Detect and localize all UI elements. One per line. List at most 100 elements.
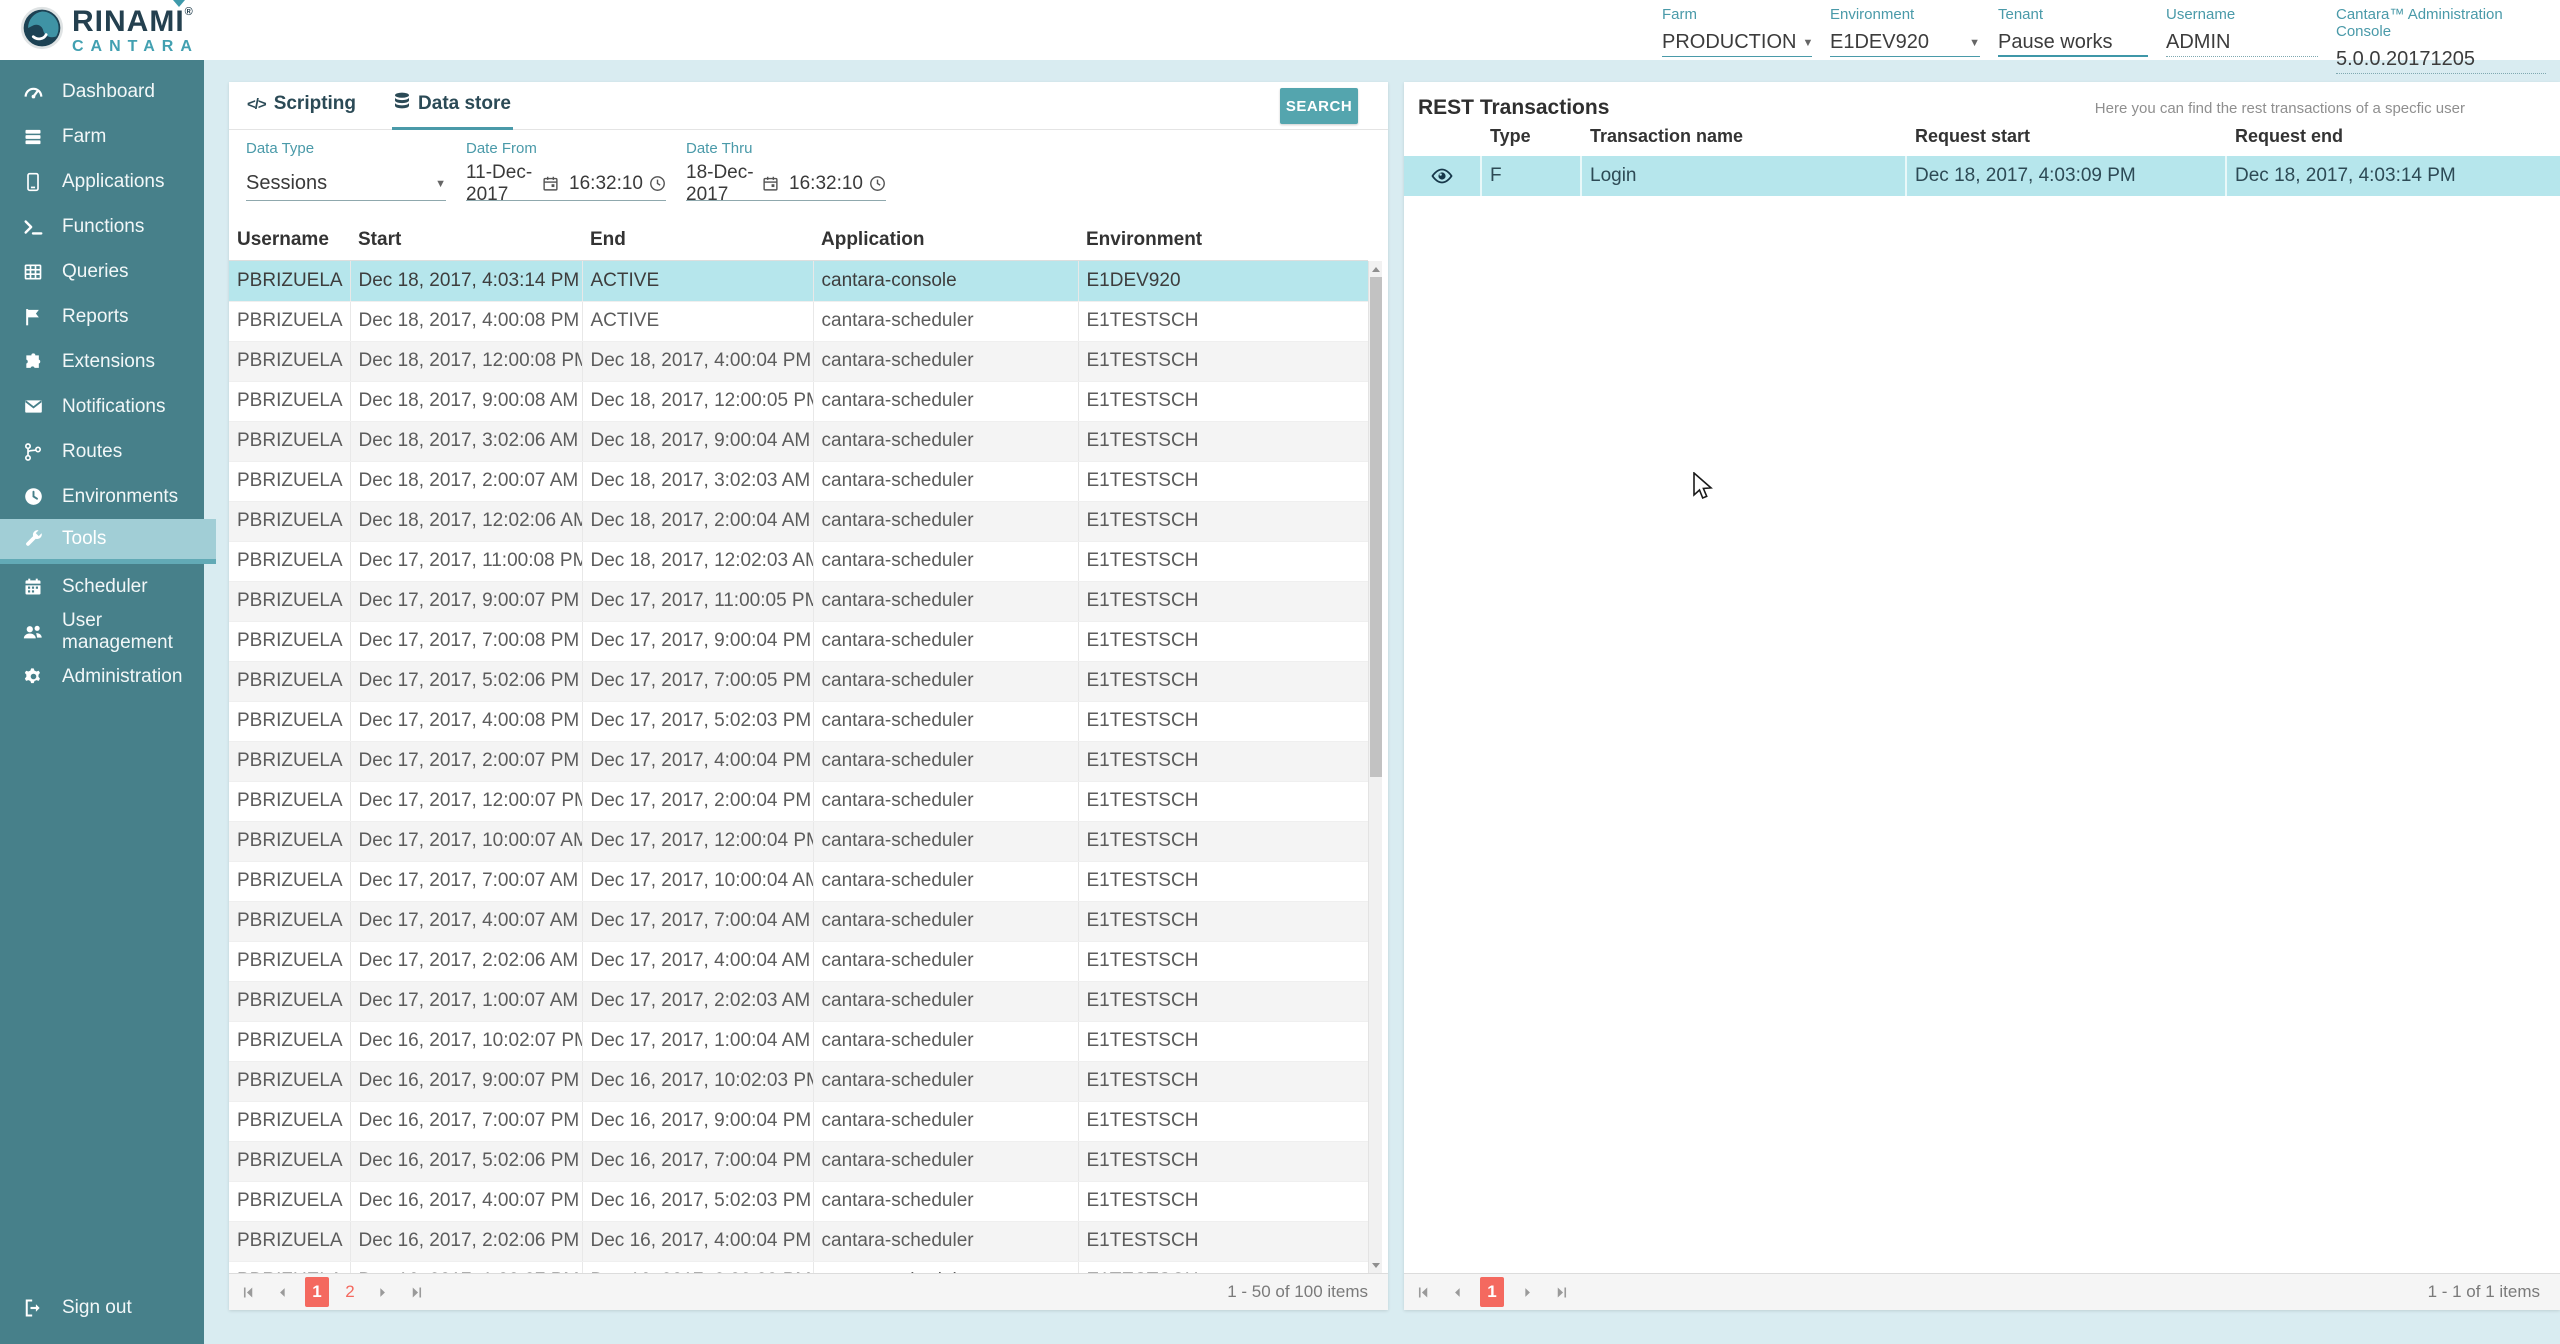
table-row-selected[interactable]: PBRIZUELADec 18, 2017, 4:03:14 PMACTIVEc… [229, 261, 1368, 301]
sign-out-button[interactable]: Sign out [0, 1285, 204, 1330]
calendar-icon[interactable] [542, 175, 559, 192]
search-button[interactable]: SEARCH [1280, 88, 1358, 124]
cell-end: Dec 17, 2017, 1:00:04 AM [582, 1021, 813, 1061]
cell-start: Dec 17, 2017, 2:00:07 PM [350, 741, 582, 781]
cell-start: Dec 18, 2017, 2:00:07 AM [350, 461, 582, 501]
date-from-input[interactable]: 11-Dec-2017 [466, 162, 536, 206]
sidebar-item-farm[interactable]: Farm [0, 114, 204, 159]
table-row[interactable]: PBRIZUELADec 16, 2017, 5:02:06 PMDec 16,… [229, 1141, 1368, 1181]
filters: Data Type Sessions ▼ Date From 11-Dec-20… [246, 140, 886, 201]
time-from-input[interactable]: 16:32:10 [569, 173, 643, 195]
last-page-button[interactable] [1550, 1281, 1572, 1303]
cell-application: cantara-scheduler [813, 541, 1078, 581]
cell-start: Dec 18, 2017, 9:00:08 AM [350, 381, 582, 421]
page-button-1[interactable]: 1 [305, 1277, 329, 1307]
table-row[interactable]: PBRIZUELADec 18, 2017, 12:00:08 PMDec 18… [229, 341, 1368, 381]
clock-icon[interactable] [649, 175, 666, 192]
cell-environment: E1DEV920 [1078, 261, 1368, 301]
tenant-input[interactable]: Pause works [1998, 29, 2148, 57]
last-page-button[interactable] [405, 1281, 427, 1303]
next-page-button[interactable] [1516, 1281, 1538, 1303]
scroll-up-button[interactable] [1369, 261, 1382, 277]
cell-username: PBRIZUELA [229, 1061, 350, 1101]
page-button-1[interactable]: 1 [1480, 1277, 1504, 1307]
cell-end: Dec 17, 2017, 2:02:03 AM [582, 981, 813, 1021]
sidebar-item-dashboard[interactable]: Dashboard [0, 69, 204, 114]
scroll-down-button[interactable] [1369, 1257, 1382, 1273]
table-row[interactable]: PBRIZUELADec 17, 2017, 12:00:07 PMDec 17… [229, 781, 1368, 821]
date-from-label: Date From [466, 140, 666, 157]
table-row[interactable]: PBRIZUELADec 17, 2017, 9:00:07 PMDec 17,… [229, 581, 1368, 621]
table-row[interactable]: PBRIZUELADec 16, 2017, 9:00:07 PMDec 16,… [229, 1061, 1368, 1101]
table-row[interactable]: PBRIZUELADec 16, 2017, 7:00:07 PMDec 16,… [229, 1101, 1368, 1141]
cell-end: Dec 16, 2017, 7:00:04 PM [582, 1141, 813, 1181]
first-page-button[interactable] [1412, 1281, 1434, 1303]
brand-logo-icon [20, 6, 64, 55]
sidebar-item-user-management[interactable]: User management [0, 609, 204, 654]
date-thru-input[interactable]: 18-Dec-2017 [686, 162, 756, 206]
sidebar-item-applications[interactable]: Applications [0, 159, 204, 204]
sidebar-item-administration[interactable]: Administration [0, 654, 204, 699]
scrollbar-thumb[interactable] [1370, 277, 1382, 777]
sidebar-item-label: Reports [62, 306, 129, 328]
data-type-select[interactable]: Sessions ▼ [246, 167, 446, 201]
sidebar-item-reports[interactable]: Reports [0, 294, 204, 339]
table-row[interactable]: PBRIZUELADec 18, 2017, 2:00:07 AMDec 18,… [229, 461, 1368, 501]
table-row[interactable]: PBRIZUELADec 17, 2017, 4:00:08 PMDec 17,… [229, 701, 1368, 741]
sidebar-item-notifications[interactable]: Notifications [0, 384, 204, 429]
cell-end: Dec 17, 2017, 5:02:03 PM [582, 701, 813, 741]
vertical-scrollbar[interactable] [1368, 261, 1382, 1273]
view-transaction-button[interactable] [1404, 156, 1482, 196]
table-row[interactable]: PBRIZUELADec 16, 2017, 4:00:07 PMDec 16,… [229, 1181, 1368, 1221]
table-row[interactable]: PBRIZUELADec 17, 2017, 5:02:06 PMDec 17,… [229, 661, 1368, 701]
table-row[interactable]: PBRIZUELADec 18, 2017, 9:00:08 AMDec 18,… [229, 381, 1368, 421]
sign-out-icon [20, 1298, 46, 1318]
prev-page-button[interactable] [271, 1281, 293, 1303]
clock-icon[interactable] [869, 175, 886, 192]
cell-environment: E1TESTSCH [1078, 381, 1368, 421]
sidebar-item-functions[interactable]: Functions [0, 204, 204, 249]
cell-environment: E1TESTSCH [1078, 661, 1368, 701]
gear-icon [20, 666, 46, 687]
time-thru-input[interactable]: 16:32:10 [789, 173, 863, 195]
table-row[interactable]: PBRIZUELADec 16, 2017, 1:00:07 PMDec 16,… [229, 1261, 1368, 1273]
farm-select[interactable]: PRODUCTION▼ [1662, 29, 1812, 57]
cell-application: cantara-scheduler [813, 381, 1078, 421]
page-button-2[interactable]: 2 [341, 1282, 359, 1302]
sidebar-item-extensions[interactable]: Extensions [0, 339, 204, 384]
table-row[interactable]: PBRIZUELADec 17, 2017, 7:00:07 AMDec 17,… [229, 861, 1368, 901]
table-row[interactable]: PBRIZUELADec 17, 2017, 7:00:08 PMDec 17,… [229, 621, 1368, 661]
first-page-button[interactable] [237, 1281, 259, 1303]
sidebar-item-label: User management [62, 610, 204, 654]
col-type: Type [1482, 126, 1582, 156]
sidebar-item-label: Routes [62, 441, 122, 463]
sidebar-item-queries[interactable]: Queries [0, 249, 204, 294]
cell-application: cantara-scheduler [813, 861, 1078, 901]
prev-page-button[interactable] [1446, 1281, 1468, 1303]
table-row[interactable]: PBRIZUELADec 18, 2017, 4:00:08 PMACTIVEc… [229, 301, 1368, 341]
tools-tabs: </> Scripting Data store [229, 82, 1388, 130]
table-row[interactable]: PBRIZUELADec 17, 2017, 11:00:08 PMDec 18… [229, 541, 1368, 581]
table-row[interactable]: PBRIZUELADec 17, 2017, 4:00:07 AMDec 17,… [229, 901, 1368, 941]
sidebar-item-tools[interactable]: Tools [0, 519, 216, 564]
rest-pagination: 1 1 - 1 of 1 items [1404, 1273, 2560, 1310]
table-row[interactable]: PBRIZUELADec 17, 2017, 10:00:07 AMDec 17… [229, 821, 1368, 861]
rest-transaction-row[interactable]: F Login Dec 18, 2017, 4:03:09 PM Dec 18,… [1404, 156, 2560, 196]
calendar-icon[interactable] [762, 175, 779, 192]
table-row[interactable]: PBRIZUELADec 16, 2017, 2:02:06 PMDec 16,… [229, 1221, 1368, 1261]
table-row[interactable]: PBRIZUELADec 16, 2017, 10:02:07 PMDec 17… [229, 1021, 1368, 1061]
table-row[interactable]: PBRIZUELADec 18, 2017, 12:02:06 AMDec 18… [229, 501, 1368, 541]
environment-select[interactable]: E1DEV920▼ [1830, 29, 1980, 57]
table-row[interactable]: PBRIZUELADec 17, 2017, 2:02:06 AMDec 17,… [229, 941, 1368, 981]
sidebar-item-routes[interactable]: Routes [0, 429, 204, 474]
cell-environment: E1TESTSCH [1078, 1101, 1368, 1141]
next-page-button[interactable] [371, 1281, 393, 1303]
table-row[interactable]: PBRIZUELADec 17, 2017, 2:00:07 PMDec 17,… [229, 741, 1368, 781]
tab-data-store[interactable]: Data store [392, 82, 513, 130]
sidebar-item-scheduler[interactable]: Scheduler [0, 564, 204, 609]
tab-scripting[interactable]: </> Scripting [245, 82, 358, 130]
table-row[interactable]: PBRIZUELADec 18, 2017, 3:02:06 AMDec 18,… [229, 421, 1368, 461]
table-row[interactable]: PBRIZUELADec 17, 2017, 1:00:07 AMDec 17,… [229, 981, 1368, 1021]
sidebar-item-environments[interactable]: Environments [0, 474, 204, 519]
sidebar-item-label: Scheduler [62, 576, 148, 598]
